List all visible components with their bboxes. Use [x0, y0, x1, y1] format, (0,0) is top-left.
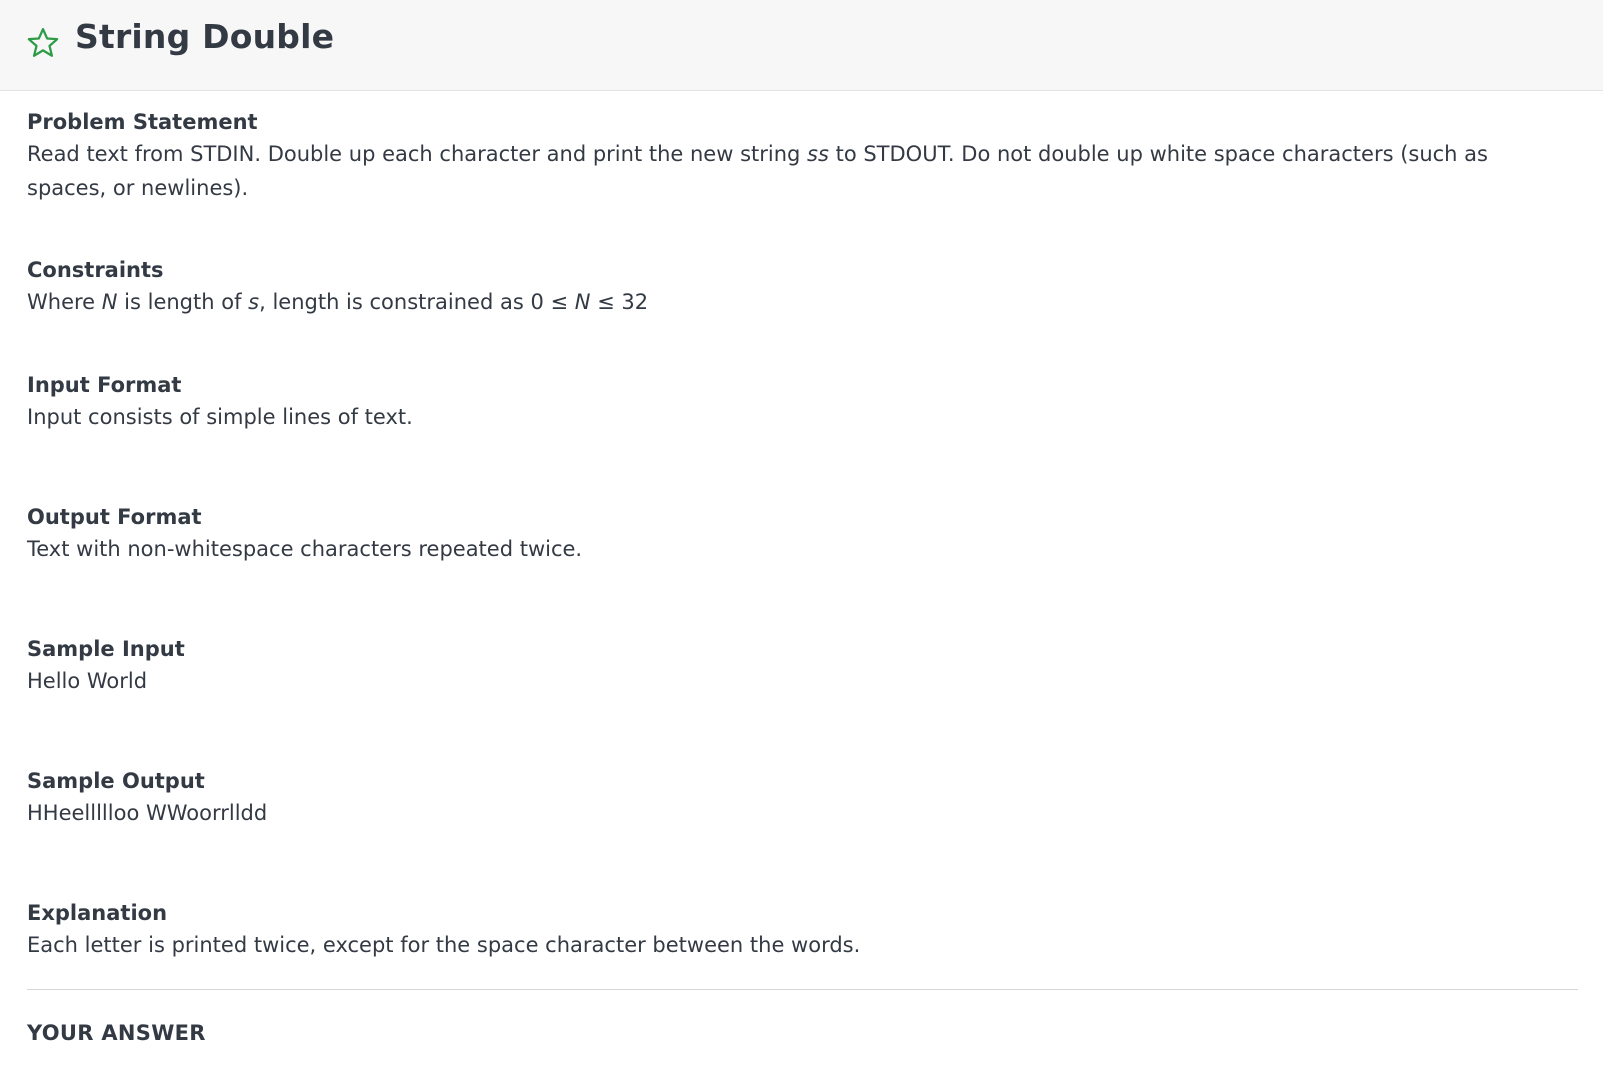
statement-variable: ss: [807, 142, 829, 166]
input-format-heading: Input Format: [27, 373, 182, 397]
explanation-section: Explanation Each letter is printed twice…: [27, 898, 1557, 962]
input-format-text: Input consists of simple lines of text.: [27, 405, 413, 429]
sample-input-text: Hello World: [27, 669, 148, 693]
input-format-section: Input Format Input consists of simple li…: [27, 370, 1557, 434]
star-icon[interactable]: [26, 26, 60, 60]
output-format-heading: Output Format: [27, 505, 202, 529]
explanation-heading: Explanation: [27, 901, 168, 925]
problem-statement-section: Problem Statement Read text from STDIN. …: [27, 107, 1557, 205]
constraints-variable: s: [248, 290, 260, 314]
section-divider: [27, 989, 1578, 990]
output-format-text: Text with non-whitespace characters repe…: [27, 537, 583, 561]
problem-statement-text: Read text from STDIN. Double up each cha…: [27, 137, 1557, 205]
output-format-section: Output Format Text with non-whitespace c…: [27, 502, 1557, 566]
problem-statement-heading: Problem Statement: [27, 110, 258, 134]
constraints-variable: N: [101, 290, 118, 314]
constraints-text-part: Where: [27, 290, 102, 314]
sample-input-section: Sample Input Hello World: [27, 634, 1557, 698]
constraints-heading: Constraints: [27, 258, 164, 282]
statement-text-part: Read text from STDIN. Double up each cha…: [27, 142, 808, 166]
problem-header: String Double: [0, 0, 1603, 91]
your-answer-heading: YOUR ANSWER: [27, 1021, 206, 1045]
constraints-text-part: , length is constrained as 0 ≤: [259, 290, 575, 314]
constraints-variable: N: [574, 290, 591, 314]
constraints-text-part: ≤ 32: [590, 290, 649, 314]
explanation-text: Each letter is printed twice, except for…: [27, 933, 861, 957]
constraints-text: Where N is length of s, length is constr…: [27, 285, 1557, 319]
constraints-section: Constraints Where N is length of s, leng…: [27, 255, 1557, 319]
sample-output-heading: Sample Output: [27, 769, 205, 793]
constraints-text-part: is length of: [117, 290, 249, 314]
sample-output-section: Sample Output HHeellllloo WWoorrlldd: [27, 766, 1557, 830]
sample-output-text: HHeellllloo WWoorrlldd: [27, 801, 268, 825]
page-title: String Double: [75, 17, 335, 56]
sample-input-heading: Sample Input: [27, 637, 185, 661]
